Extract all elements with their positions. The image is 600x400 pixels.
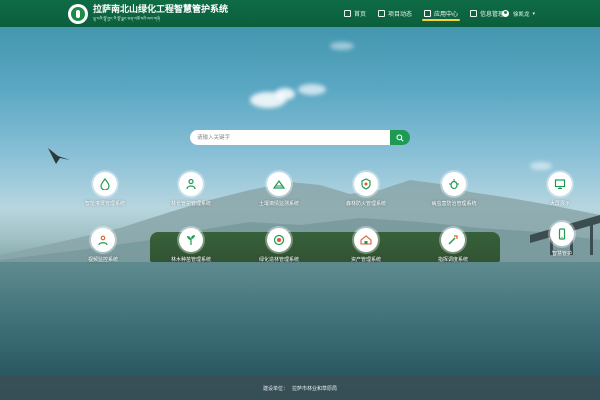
- system-tile-fire-prevention[interactable]: 森林防火管理系统: [331, 172, 401, 207]
- system-tile-label: 资产管理系统: [350, 257, 381, 263]
- system-tile-pest-control[interactable]: 病虫害防治管理系统: [414, 172, 494, 207]
- system-tile-label: 指挥调度系统: [437, 257, 468, 263]
- app-subtitle: ལྷ་སའི་ལྷོ་བྱང་རི་སྔོ་ལྗང་ཅན་བཟོ་བའི་ལས་…: [93, 16, 161, 21]
- system-tile-soil-monitor[interactable]: 土壤墒情监测系统: [244, 172, 314, 207]
- nav-home-label: 首页: [354, 11, 367, 18]
- system-tile-label: 土壤墒情监测系统: [258, 201, 299, 207]
- user-menu[interactable]: 徐凯龙 ▾: [502, 0, 535, 27]
- news-icon: [378, 10, 386, 17]
- apps-icon: [424, 10, 432, 17]
- video-monitor-icon: [91, 228, 115, 252]
- soil-monitor-icon: [267, 172, 291, 196]
- chevron-down-icon: ▾: [532, 10, 536, 17]
- user-name: 徐凯龙: [513, 11, 530, 18]
- pest-control-icon: [442, 172, 466, 196]
- top-header: 拉萨南北山绿化工程智慧管护系统 ལྷ་སའི་ལྷོ་བྱང་རི་སྔོ་ལྗ…: [0, 0, 600, 27]
- nav-project-news[interactable]: 项目动态: [372, 0, 418, 27]
- system-tile-afforestation[interactable]: 绿化造林管理系统: [244, 228, 314, 263]
- seedling-icon: [179, 228, 203, 252]
- system-tile-seedling[interactable]: 林木种苗管理系统: [156, 228, 226, 263]
- afforestation-icon: [267, 228, 291, 252]
- avatar: [502, 10, 509, 17]
- big-screen-icon: [548, 172, 572, 196]
- logo-icon: [68, 3, 88, 24]
- mobile-icon: [550, 222, 574, 246]
- home-icon: [344, 10, 351, 17]
- main-nav: 首页 项目动态 应用中心 信息管理: [338, 0, 510, 27]
- system-tile-label: 病虫害防治管理系统: [431, 201, 477, 207]
- search-input[interactable]: [190, 130, 390, 145]
- system-tile-irrigation[interactable]: 智能灌溉管理系统: [70, 172, 140, 207]
- asset-icon: [354, 228, 378, 252]
- system-tile-forest-ranger[interactable]: 林长管护管理系统: [156, 172, 226, 207]
- app-title: 拉萨南北山绿化工程智慧管护系统: [93, 5, 229, 15]
- system-tile-label: 智慧管护: [551, 251, 572, 257]
- system-tile-video-monitor[interactable]: 视频监控系统: [70, 228, 136, 263]
- page-footer: 建设单位： 拉萨市林业和草原局: [0, 376, 600, 400]
- dispatch-icon: [441, 228, 465, 252]
- nav-app-center[interactable]: 应用中心: [418, 0, 464, 27]
- system-tile-dispatch[interactable]: 指挥调度系统: [418, 228, 488, 263]
- system-tile-label: 林长管护管理系统: [170, 201, 211, 207]
- system-tile-label: 智能灌溉管理系统: [84, 201, 125, 207]
- info-icon: [470, 10, 478, 17]
- system-tile-big-screen[interactable]: 大屏展示: [530, 172, 590, 207]
- nav-app-center-label: 应用中心: [434, 11, 459, 18]
- system-tile-label: 大屏展示: [549, 201, 570, 207]
- system-tile-label: 绿化造林管理系统: [258, 257, 299, 263]
- forest-ranger-icon: [179, 172, 203, 196]
- search-bar: [190, 130, 410, 145]
- system-tile-asset[interactable]: 资产管理系统: [331, 228, 401, 263]
- search-button[interactable]: [390, 130, 410, 145]
- nav-info-management-label: 信息管理: [480, 11, 505, 18]
- system-tile-label: 森林防火管理系统: [345, 201, 386, 207]
- system-tile-label: 视频监控系统: [87, 257, 118, 263]
- fire-prevention-icon: [354, 172, 378, 196]
- nav-home[interactable]: 首页: [338, 0, 372, 27]
- search-icon: [396, 133, 404, 142]
- system-tile-mobile[interactable]: 智慧管护: [534, 222, 590, 257]
- footer-organization: 拉萨市林业和草原局: [292, 385, 338, 392]
- footer-label: 建设单位：: [262, 385, 288, 392]
- irrigation-icon: [93, 172, 117, 196]
- system-tile-label: 林木种苗管理系统: [170, 257, 211, 263]
- nav-project-news-label: 项目动态: [388, 11, 413, 18]
